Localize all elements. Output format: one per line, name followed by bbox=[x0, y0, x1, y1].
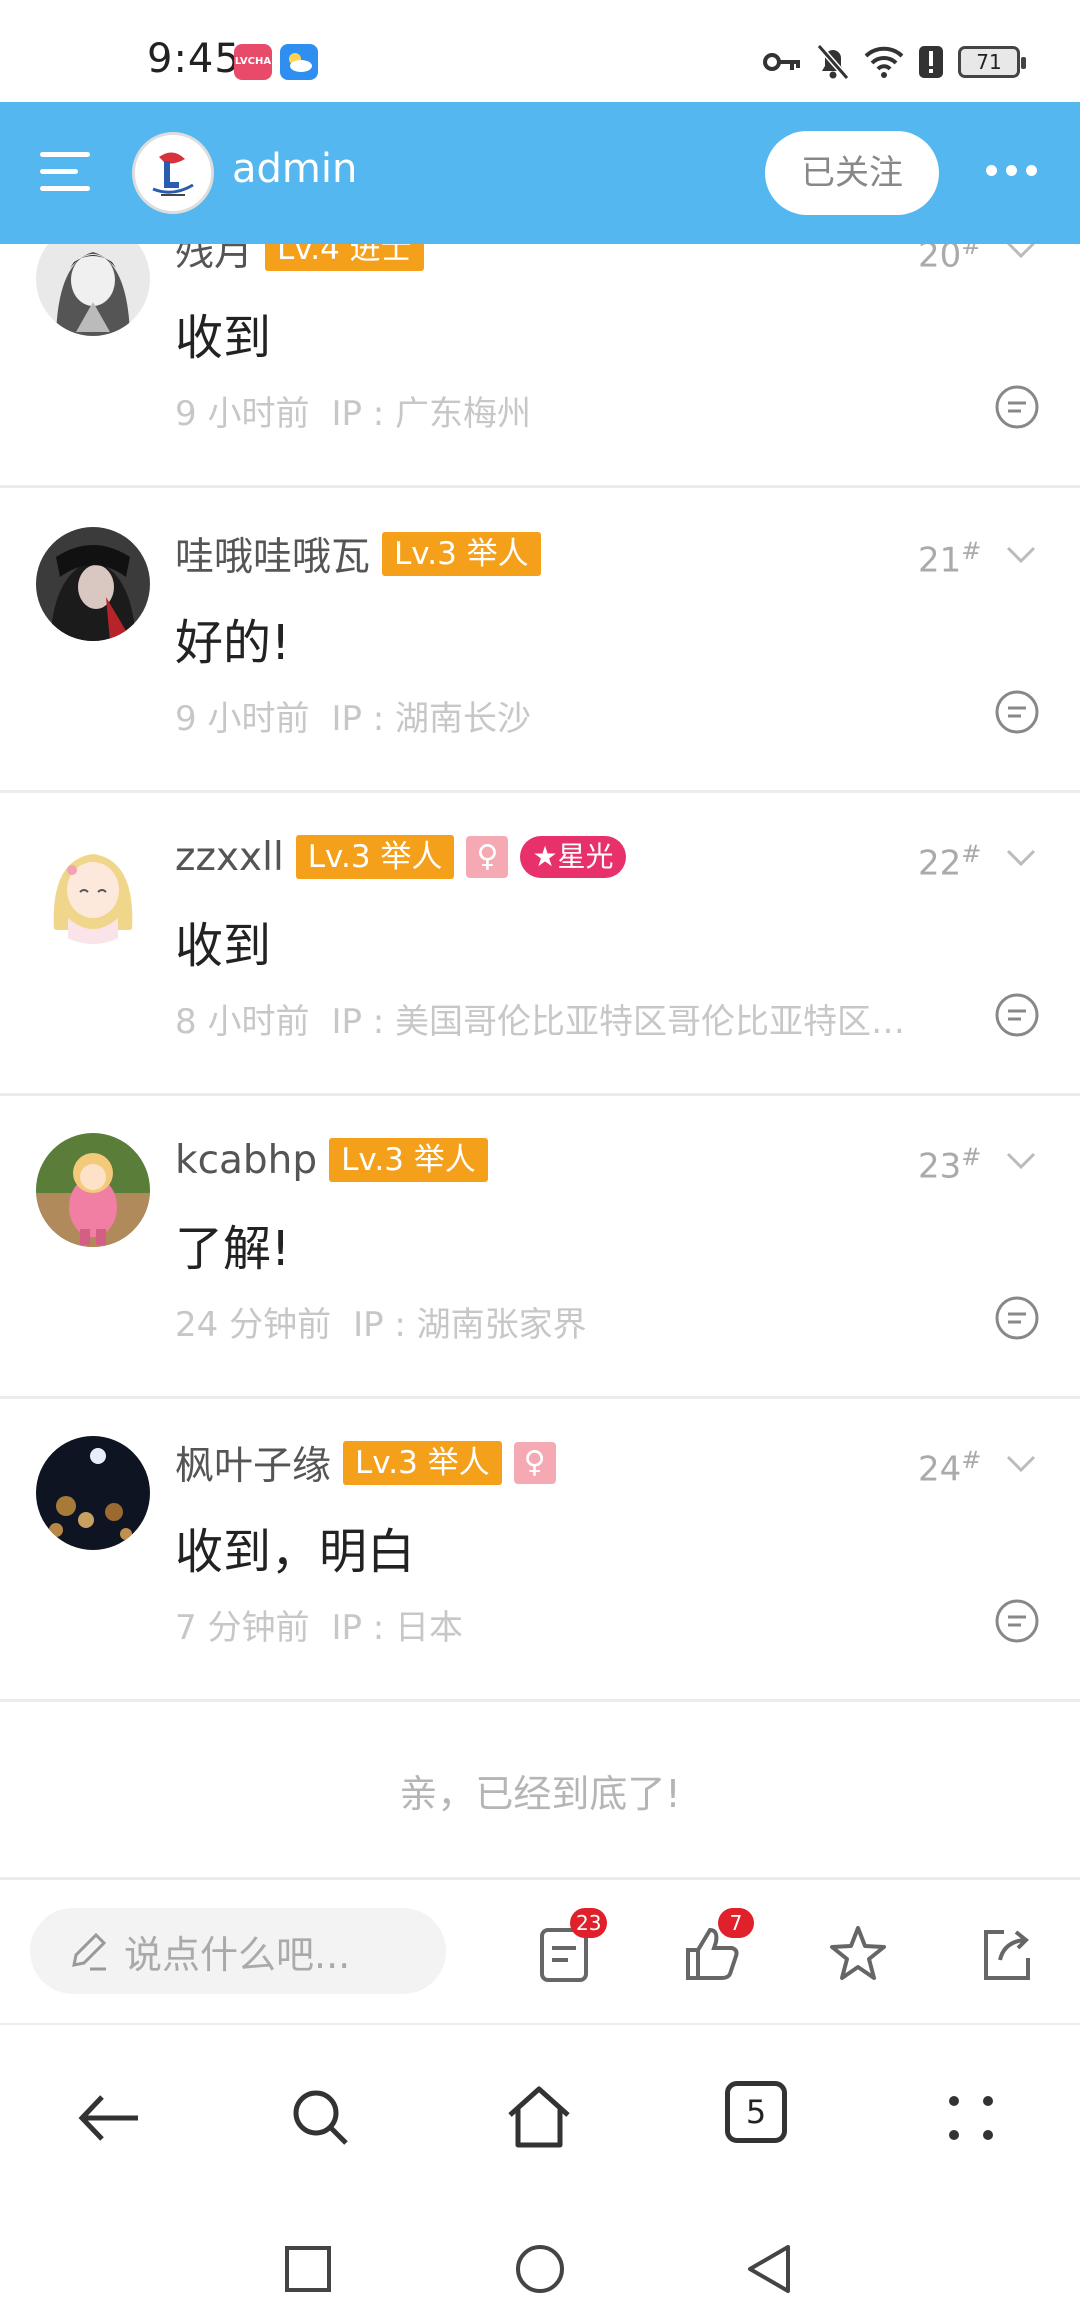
wifi-icon bbox=[864, 46, 904, 78]
comment-input[interactable]: 说点什么吧... bbox=[30, 1908, 446, 1994]
share-button[interactable] bbox=[974, 1922, 1038, 1986]
commenter-name[interactable]: zzxxll bbox=[175, 835, 284, 880]
comment-text: 收到 bbox=[175, 918, 272, 974]
comment-text: 好的! bbox=[175, 615, 291, 671]
commenter-info: kcabhp Lv.3 举人 bbox=[175, 1137, 488, 1183]
chevron-down-icon[interactable] bbox=[1006, 842, 1036, 872]
level-badge: Lv.3 举人 bbox=[295, 835, 455, 879]
more-options-icon[interactable] bbox=[986, 165, 1037, 176]
commenter-info: zzxxll Lv.3 举人 ♀ ★星光 bbox=[175, 834, 626, 880]
comment-time: 7 分钟前 bbox=[175, 1608, 310, 1648]
comment-text: 收到 bbox=[175, 310, 272, 366]
level-badge: Lv.3 举人 bbox=[343, 1441, 502, 1485]
back-triangle-icon[interactable] bbox=[744, 2243, 794, 2295]
commenter-avatar[interactable] bbox=[36, 527, 150, 641]
comment-ip: IP : 湖南张家界 bbox=[353, 1305, 587, 1345]
comment-ip: IP : 美国哥伦比亚特区哥伦比亚特区… bbox=[331, 1002, 906, 1042]
comment-time: 9 小时前 bbox=[175, 699, 310, 739]
comment-time: 9 小时前 bbox=[175, 394, 310, 434]
commenter-name[interactable]: 枫叶子缘 bbox=[175, 1435, 331, 1491]
star-icon bbox=[830, 1926, 886, 1980]
status-icons: 71 bbox=[762, 40, 1026, 84]
mute-bell-icon bbox=[816, 44, 850, 80]
comment-item: 枫叶子缘 Lv.3 举人 ♀ 24# 收到，明白 7 分钟前 IP : 日本 bbox=[0, 1400, 1080, 1702]
level-badge: Lv.3 举人 bbox=[382, 532, 541, 576]
more-dots-icon[interactable] bbox=[936, 2083, 1006, 2153]
system-nav-bar bbox=[0, 2195, 1080, 2310]
floor-number: 23# bbox=[918, 1143, 982, 1187]
comment-ip: IP : 广东梅州 bbox=[331, 394, 532, 434]
header-username[interactable]: admin bbox=[232, 146, 357, 192]
commenter-name[interactable]: kcabhp bbox=[175, 1138, 317, 1183]
chevron-down-icon[interactable] bbox=[1006, 1448, 1036, 1478]
female-badge: ♀ bbox=[466, 836, 509, 878]
alert-icon bbox=[919, 46, 943, 78]
comment-ip: IP : 日本 bbox=[331, 1608, 464, 1648]
commenter-avatar[interactable] bbox=[36, 830, 150, 944]
battery-icon: 71 bbox=[958, 46, 1026, 78]
comment-meta: 8 小时前 IP : 美国哥伦比亚特区哥伦比亚特区… bbox=[175, 994, 905, 1043]
commenter-info: 枫叶子缘 Lv.3 举人 ♀ bbox=[175, 1440, 556, 1489]
recents-square-icon[interactable] bbox=[284, 2245, 332, 2293]
comment-item: 哇哦哇哦瓦 Lv.3 举人 21# 好的! 9 小时前 IP : 湖南长沙 bbox=[0, 491, 1080, 793]
comment-time: 24 分钟前 bbox=[175, 1305, 332, 1345]
back-arrow-icon[interactable] bbox=[74, 2083, 144, 2153]
reply-icon[interactable] bbox=[994, 384, 1040, 430]
reply-icon[interactable] bbox=[994, 1295, 1040, 1341]
comment-placeholder: 说点什么吧... bbox=[124, 1932, 351, 1977]
status-time: 9:45 bbox=[147, 36, 241, 82]
likes-count-badge: 7 bbox=[718, 1908, 754, 1938]
weather-app-icon bbox=[280, 44, 318, 80]
comments-count-badge: 23 bbox=[570, 1908, 608, 1938]
lvcha-app-icon: LVCHA bbox=[234, 44, 272, 80]
comment-text: 收到，明白 bbox=[175, 1524, 416, 1580]
favorite-button[interactable] bbox=[826, 1922, 890, 1986]
floor-number: 24# bbox=[918, 1446, 982, 1490]
comment-meta: 24 分钟前 IP : 湖南张家界 bbox=[175, 1297, 587, 1346]
chevron-down-icon[interactable] bbox=[1006, 1145, 1036, 1175]
floor-number: 21# bbox=[918, 537, 982, 581]
comment-item: zzxxll Lv.3 举人 ♀ ★星光 22# 收到 8 小时前 IP : 美国… bbox=[0, 794, 1080, 1096]
browser-toolbar bbox=[0, 2025, 1080, 2195]
comment-meta: 9 小时前 IP : 广东梅州 bbox=[175, 386, 531, 435]
commenter-avatar[interactable] bbox=[36, 1436, 150, 1550]
tabs-button[interactable]: 5 bbox=[725, 2081, 787, 2143]
home-icon[interactable] bbox=[504, 2083, 574, 2153]
star-badge: ★星光 bbox=[520, 836, 626, 878]
commenter-info: 哇哦哇哦瓦 Lv.3 举人 bbox=[175, 531, 541, 580]
level-badge: Lv.3 举人 bbox=[329, 1138, 488, 1182]
status-bar: 9:45 LVCHA 71 bbox=[0, 0, 1080, 102]
like-button[interactable]: 7 bbox=[680, 1908, 754, 1986]
avatar[interactable] bbox=[132, 132, 214, 214]
pencil-icon bbox=[72, 1932, 107, 1971]
female-badge: ♀ bbox=[513, 1442, 556, 1484]
comment-meta: 9 小时前 IP : 湖南长沙 bbox=[175, 691, 531, 740]
share-icon bbox=[984, 1930, 1030, 1980]
comment-time: 8 小时前 bbox=[175, 1002, 310, 1042]
comment-text: 了解! bbox=[175, 1221, 291, 1277]
end-of-list-note: 亲，已经到底了! bbox=[0, 1708, 1080, 1880]
home-circle-icon[interactable] bbox=[514, 2243, 566, 2295]
commenter-name[interactable]: 哇哦哇哦瓦 bbox=[175, 526, 370, 582]
comment-ip: IP : 湖南长沙 bbox=[331, 699, 532, 739]
comment-meta: 7 分钟前 IP : 日本 bbox=[175, 1600, 463, 1649]
reply-icon[interactable] bbox=[994, 1598, 1040, 1644]
post-action-bar: 说点什么吧... 23 7 bbox=[0, 1880, 1080, 2025]
menu-icon[interactable] bbox=[40, 152, 90, 192]
reply-icon[interactable] bbox=[994, 689, 1040, 735]
reply-icon[interactable] bbox=[994, 992, 1040, 1038]
top-app-bar: admin 已关注 bbox=[0, 102, 1080, 244]
follow-button[interactable]: 已关注 bbox=[765, 131, 939, 215]
commenter-avatar[interactable] bbox=[36, 1133, 150, 1247]
key-icon bbox=[763, 53, 800, 71]
comments-button[interactable]: 23 bbox=[532, 1908, 608, 1986]
floor-number: 22# bbox=[918, 840, 982, 884]
chevron-down-icon[interactable] bbox=[1006, 539, 1036, 569]
search-icon[interactable] bbox=[286, 2083, 356, 2153]
comment-item: kcabhp Lv.3 举人 23# 了解! 24 分钟前 IP : 湖南张家界 bbox=[0, 1097, 1080, 1399]
